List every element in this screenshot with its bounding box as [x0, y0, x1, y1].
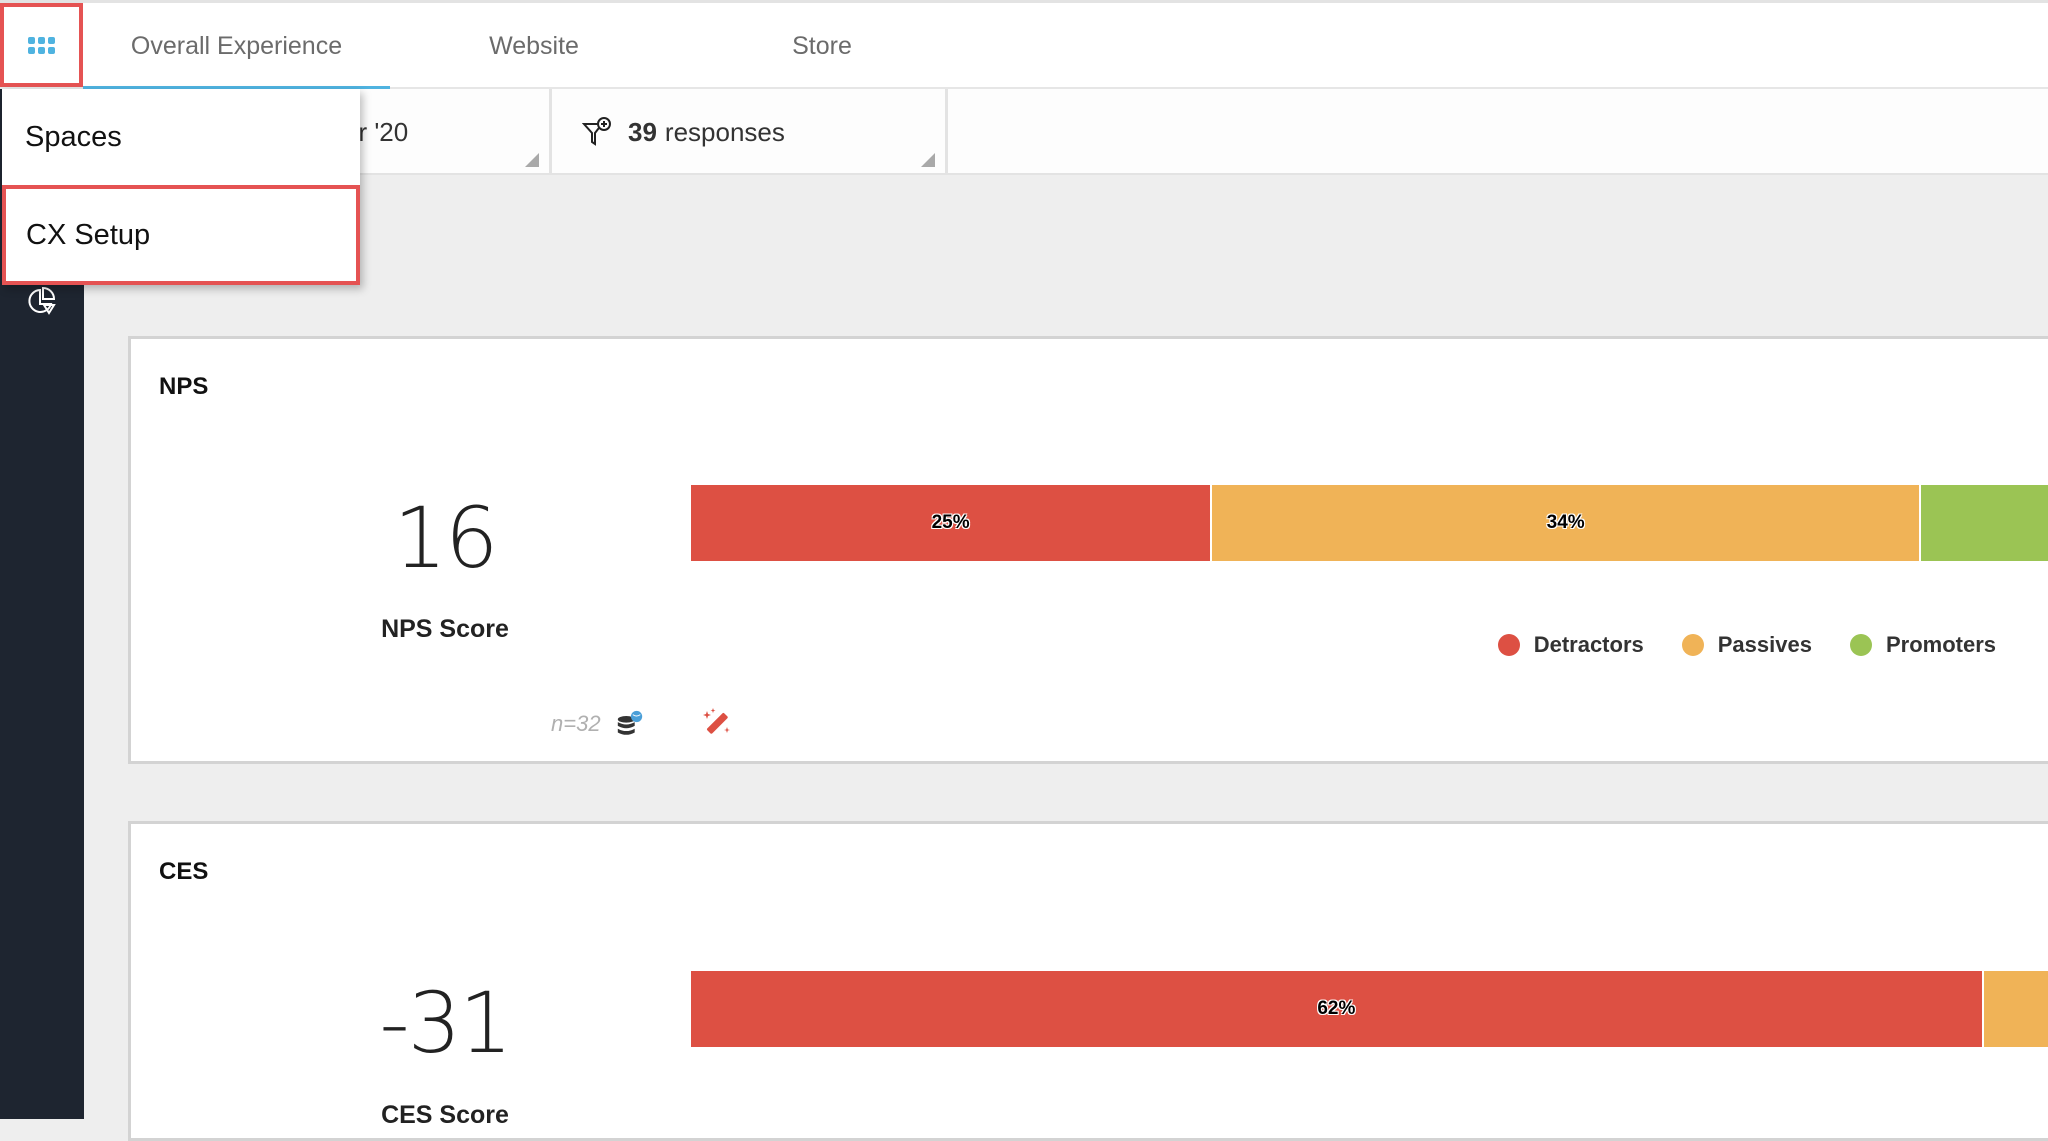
responses-label: responses [664, 116, 785, 147]
menu-item-cx-setup[interactable]: CX Setup [2, 185, 360, 285]
tab-website[interactable]: Website [440, 3, 628, 89]
nps-card: NPS 16 NPS Score 25% 34% Detractors Passiv… [128, 336, 2048, 764]
tab-store[interactable]: Store [720, 3, 924, 89]
nps-score-value: 16 [393, 489, 499, 587]
filter-add-icon [582, 117, 611, 146]
nps-stacked-bar: 25% 34% [691, 485, 2048, 561]
legend-item-detractors[interactable]: Detractors [1497, 632, 1644, 658]
filter-bar: or '20 39 responses [84, 89, 2048, 175]
bar-segment-detractors[interactable]: 62% [691, 971, 1984, 1047]
database-globe-icon[interactable] [615, 709, 645, 739]
legend-dot-icon [1849, 634, 1872, 656]
responses-count: 39 [628, 116, 657, 147]
card-title: NPS [159, 373, 209, 400]
legend-label: Passives [1717, 632, 1812, 657]
legend-label: Detractors [1533, 632, 1644, 657]
bar-segment-promoters[interactable] [1921, 485, 2048, 561]
sample-size-label: n=32 [551, 711, 601, 736]
tab-overall-experience[interactable]: Overall Experience [83, 3, 390, 91]
menu-item-spaces[interactable]: Spaces [2, 89, 360, 185]
grid-icon [28, 36, 55, 54]
responses-filter[interactable]: 39 responses [552, 89, 948, 175]
legend-item-promoters[interactable]: Promoters [1849, 632, 1996, 658]
bar-segment-passives[interactable]: 34% [1212, 485, 1922, 561]
bar-segment-label: 62% [1317, 998, 1356, 1019]
app-frame: Overall Experience Website Store or '20 … [0, 0, 2048, 1141]
tab-label: Store [792, 31, 852, 60]
bar-segment-label: 25% [931, 512, 970, 533]
card-title: CES [159, 858, 209, 885]
top-tab-bar: Overall Experience Website Store [0, 3, 2048, 91]
tab-label: Website [489, 31, 579, 60]
dropdown-corner-icon [921, 153, 935, 167]
dropdown-corner-icon [525, 153, 539, 167]
app-switcher-menu: Spaces CX Setup [2, 89, 360, 285]
menu-item-label: CX Setup [26, 218, 151, 251]
bar-segment-label: 34% [1546, 512, 1585, 533]
nps-score-label: NPS Score [381, 615, 509, 643]
bar-segment-detractors[interactable]: 25% [691, 485, 1213, 561]
legend-label: Promoters [1885, 632, 1996, 657]
nps-legend: Detractors Passives Promoters [1460, 632, 1996, 658]
app-switcher-button[interactable] [0, 3, 83, 87]
pie-chart-icon[interactable] [26, 285, 58, 317]
legend-dot-icon [1681, 634, 1704, 656]
legend-dot-icon [1497, 634, 1520, 656]
tab-label: Overall Experience [130, 31, 343, 60]
sample-size-info: n=32 [551, 709, 645, 739]
ces-score-value: -31 [379, 974, 512, 1072]
ces-stacked-bar: 62% [691, 971, 2048, 1047]
ces-card: CES -31 CES Score 62% [128, 821, 2048, 1141]
magic-wand-icon[interactable] [701, 707, 733, 739]
menu-item-label: Spaces [25, 120, 122, 153]
bar-segment-passives[interactable] [1983, 971, 2048, 1047]
legend-item-passives[interactable]: Passives [1681, 632, 1812, 658]
